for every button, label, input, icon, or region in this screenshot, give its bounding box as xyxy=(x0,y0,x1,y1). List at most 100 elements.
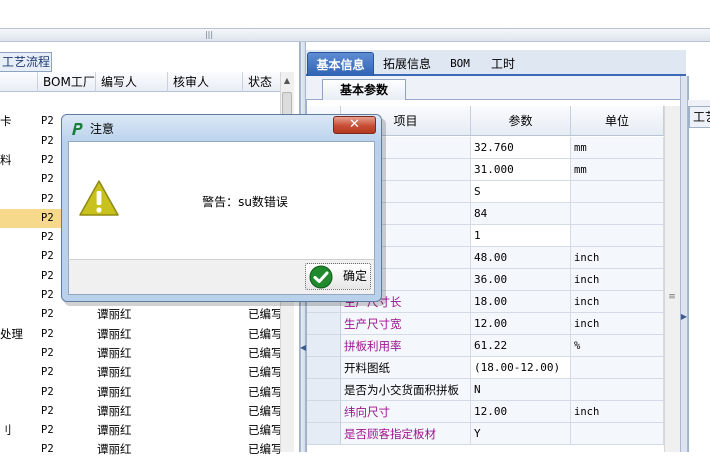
param-item-cell: 是否为小交货面积拼板 xyxy=(341,379,471,401)
row-prefix-cell xyxy=(0,132,37,151)
row-prefix-cell: 卡 xyxy=(0,114,12,129)
window-top-area xyxy=(0,0,710,28)
bom-factory-cell: P2 xyxy=(41,366,54,379)
dialog-close-button[interactable]: ✕ xyxy=(333,116,376,134)
checker-cell xyxy=(168,421,242,440)
bom-factory-cell: P2 xyxy=(41,346,54,359)
param-value-cell[interactable]: 31.000 xyxy=(471,159,571,181)
param-unit-cell: mm xyxy=(571,159,664,181)
writer-cell: 谭丽红 xyxy=(97,423,132,438)
splitter-grip-icon[interactable]: ||| xyxy=(204,31,214,39)
param-unit-cell xyxy=(571,379,664,401)
row-indicator[interactable] xyxy=(307,423,341,445)
dialog-title: 注意 xyxy=(90,122,115,136)
param-value-cell: 12.00 xyxy=(471,401,571,423)
ok-button-label[interactable]: 确定 xyxy=(343,268,367,284)
row-indicator[interactable] xyxy=(307,313,341,335)
status-cell: 已编写 xyxy=(248,345,280,360)
row-prefix-cell xyxy=(0,209,37,228)
bom-factory-cell: P2 xyxy=(41,385,54,398)
param-unit-cell xyxy=(571,203,664,225)
row-indicator[interactable] xyxy=(307,379,341,401)
row-indicator[interactable] xyxy=(307,357,341,379)
column-checker[interactable]: 核审人 xyxy=(167,72,242,92)
writer-cell: 谭丽红 xyxy=(97,442,132,457)
column-bom-factory[interactable]: BOM工厂 xyxy=(37,72,95,92)
param-value-cell: 48.00 xyxy=(471,247,571,269)
status-cell: 已编写 xyxy=(248,326,280,341)
param-value-cell[interactable]: 32.760 xyxy=(471,137,571,159)
writer-cell: 谭丽红 xyxy=(97,307,132,322)
row-indicator[interactable] xyxy=(307,401,341,423)
row-prefix-cell xyxy=(0,228,37,247)
status-cell: 已编写 xyxy=(248,384,280,399)
row-prefix-cell xyxy=(0,344,37,363)
row-prefix-cell xyxy=(0,170,37,189)
vertical-splitter-right[interactable] xyxy=(680,76,688,452)
column-status[interactable]: 状态 xyxy=(242,72,280,92)
checker-cell xyxy=(168,93,242,112)
param-unit-cell: inch xyxy=(571,269,664,291)
writer-cell xyxy=(97,93,167,112)
collapse-right-arrow-icon[interactable]: ▶ xyxy=(680,312,688,322)
param-value-cell[interactable]: S xyxy=(471,181,571,203)
row-indicator[interactable] xyxy=(307,335,341,357)
param-value-cell[interactable]: (18.00-12.00) xyxy=(471,357,571,379)
param-value-cell: N xyxy=(471,379,571,401)
param-value-cell[interactable]: 1 xyxy=(471,225,571,247)
tab-basic-info[interactable]: 基本信息 xyxy=(307,52,374,76)
checker-cell xyxy=(168,440,242,459)
param-unit-cell: inch xyxy=(571,291,664,313)
writer-cell: 谭丽红 xyxy=(97,403,132,418)
tab-extended-info[interactable]: 拓展信息 xyxy=(376,52,438,76)
param-unit-cell: inch xyxy=(571,313,664,335)
tab-process-right[interactable]: 工艺 xyxy=(689,106,710,128)
param-value-cell: 18.00 xyxy=(471,291,571,313)
param-value-cell: Y xyxy=(471,423,571,445)
row-prefix-cell xyxy=(0,363,37,382)
checker-cell xyxy=(168,383,242,402)
param-item-cell: 纬向尺寸 xyxy=(341,401,471,423)
scroll-up-arrow-icon[interactable]: ▲ xyxy=(281,75,293,87)
row-prefix-cell xyxy=(0,440,37,459)
bom-factory-cell xyxy=(41,93,95,112)
horizontal-splitter[interactable] xyxy=(0,28,710,42)
status-cell: 已编写 xyxy=(248,403,280,418)
bom-factory-cell: P2 xyxy=(41,424,54,437)
param-value-cell: 61.22 xyxy=(471,335,571,357)
bom-factory-cell: P2 xyxy=(41,443,54,456)
row-prefix-cell: 处理 xyxy=(0,326,23,341)
param-unit-cell: % xyxy=(571,335,664,357)
checkmark-circle-icon[interactable] xyxy=(309,265,333,289)
column-writer[interactable]: 编写人 xyxy=(95,72,167,92)
tab-work-hours[interactable]: 工时 xyxy=(482,52,524,76)
status-cell: 已编写 xyxy=(248,423,280,438)
tab-bom[interactable]: BOM xyxy=(440,52,480,76)
row-prefix-cell: 刂 xyxy=(0,423,12,438)
param-unit-cell xyxy=(571,181,664,203)
param-unit-cell xyxy=(571,423,664,445)
row-prefix-cell: 料 xyxy=(0,152,12,167)
param-unit-cell: mm xyxy=(571,137,664,159)
bom-factory-cell: P2 xyxy=(41,404,54,417)
tab-process-flow[interactable]: 工艺流程 xyxy=(0,52,52,72)
scrollbar-grip-icon[interactable]: ≡ xyxy=(666,292,678,302)
p-logo-icon xyxy=(72,123,83,135)
row-prefix-cell xyxy=(0,305,37,324)
column-unit[interactable]: 单位 xyxy=(571,106,664,136)
warning-triangle-icon xyxy=(79,180,119,216)
param-item-cell: 生产尺寸宽 xyxy=(341,313,471,335)
row-prefix-cell xyxy=(0,267,37,286)
tab-basic-params[interactable]: 基本参数 xyxy=(322,79,406,101)
param-item-cell: 是否顾客指定板材 xyxy=(341,423,471,445)
param-unit-cell: inch xyxy=(571,247,664,269)
status-cell xyxy=(248,93,280,112)
writer-cell: 谭丽红 xyxy=(97,365,132,380)
row-prefix-cell xyxy=(0,286,37,305)
param-item-cell: 开料图纸 xyxy=(341,357,471,379)
params-grid-scrollbar[interactable] xyxy=(664,106,680,452)
status-cell: 已编写 xyxy=(248,442,280,457)
param-value-cell: 36.00 xyxy=(471,269,571,291)
column-param[interactable]: 参数 xyxy=(471,106,571,136)
row-prefix-cell xyxy=(0,93,37,112)
